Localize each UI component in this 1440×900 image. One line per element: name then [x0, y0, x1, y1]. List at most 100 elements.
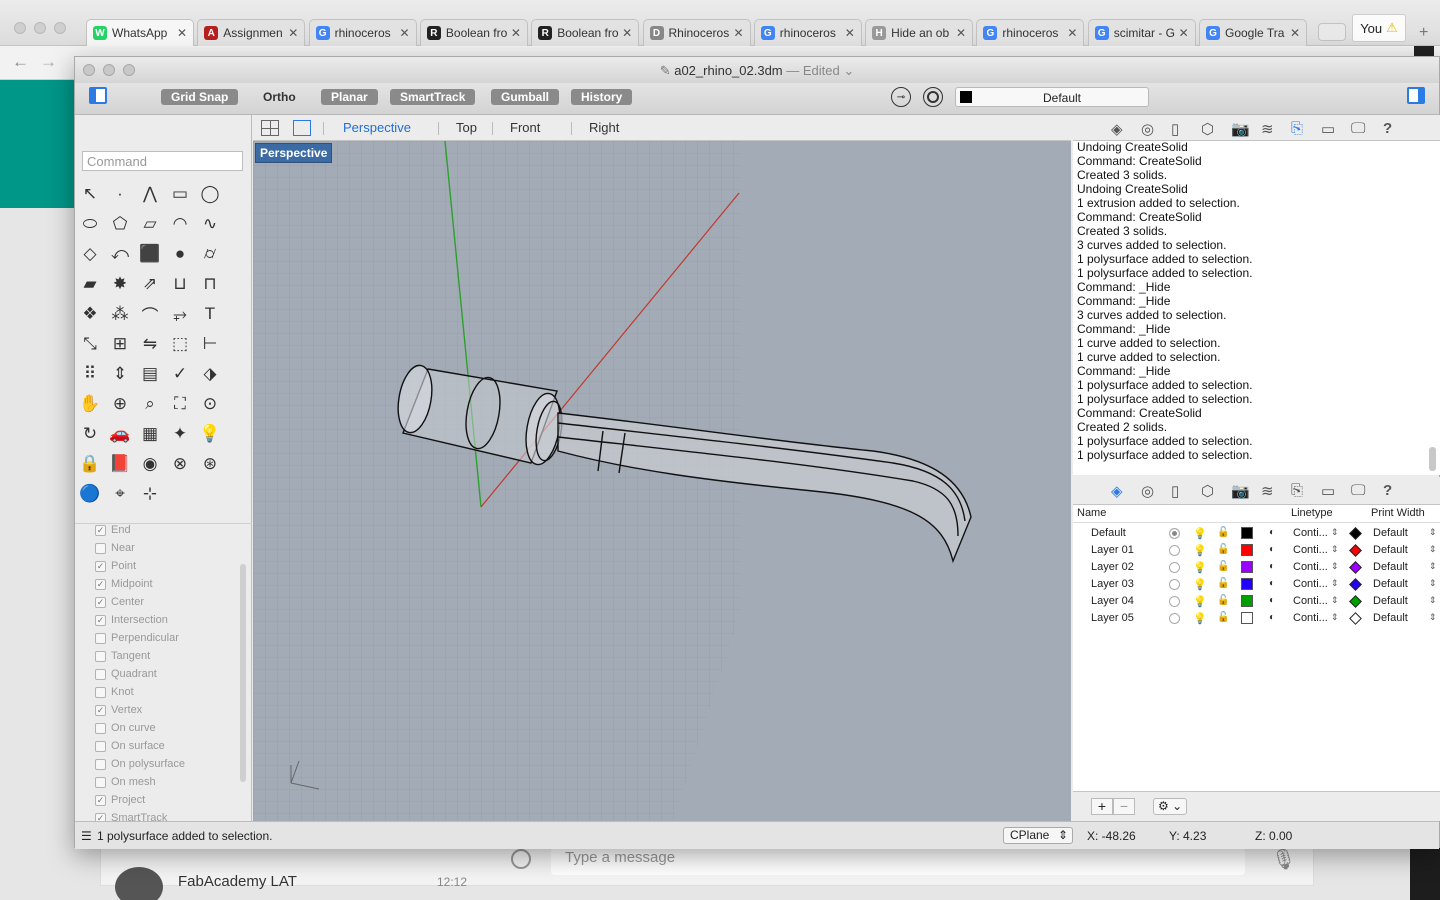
zoom-window-dot[interactable] [54, 22, 66, 34]
current-layer-radio[interactable] [1169, 528, 1180, 539]
fillet-icon[interactable]: ⌒ [137, 301, 163, 327]
new-tab-button[interactable] [1318, 23, 1346, 41]
render-sphere-icon[interactable]: 🔵 [77, 481, 103, 507]
command-history-icon[interactable]: ⎘ [1291, 482, 1303, 499]
layer-row[interactable]: Layer 05 💡 🔓 ◐ Conti... ⇕ Default ⇕ [1073, 610, 1440, 627]
bounding-box-icon[interactable]: ⬚ [167, 331, 193, 357]
browser-tab[interactable]: A Assignmen ✕ [197, 19, 306, 46]
layers-icon[interactable]: ◈ [1111, 482, 1123, 500]
layer-print-width[interactable]: Default [1373, 561, 1408, 573]
emoji-icon[interactable] [511, 849, 531, 869]
layer-name[interactable]: Layer 05 [1091, 612, 1134, 624]
circle-icon[interactable]: ◯ [197, 181, 223, 207]
window-edited-status[interactable]: Edited [803, 63, 840, 78]
cube-icon[interactable]: ⬡ [1201, 482, 1214, 500]
monitor-icon[interactable]: 🖵 [1351, 482, 1365, 499]
current-layer-select[interactable]: Default [955, 87, 1149, 107]
chat-avatar[interactable] [115, 867, 163, 900]
osnap-checkbox[interactable] [95, 776, 106, 788]
visibility-bulb-icon[interactable]: 💡 [1193, 578, 1207, 591]
chevron-updown-icon[interactable]: ⇕ [1429, 578, 1437, 589]
curve-icon[interactable]: ∿ [197, 211, 223, 237]
boolean-diff-icon[interactable]: ⊓ [197, 271, 223, 297]
plane-surface-icon[interactable]: ▰ [77, 271, 103, 297]
car-icon[interactable]: 🚗 [107, 421, 133, 447]
layer-color-swatch[interactable] [1241, 561, 1253, 573]
current-layer-radio[interactable] [1169, 562, 1180, 573]
panel-icon[interactable]: ▭ [1321, 482, 1335, 500]
lock-icon[interactable]: 🔓 [1217, 544, 1229, 555]
layer-name[interactable]: Layer 03 [1091, 578, 1134, 590]
material-ball-icon[interactable]: ◐ [1269, 561, 1275, 572]
grid-array-icon[interactable]: ⠿ [77, 361, 103, 387]
offset-icon[interactable]: ⥅ [167, 301, 193, 327]
layer-color-swatch[interactable] [1241, 595, 1253, 607]
osnap-checkbox[interactable]: ✓ [95, 578, 106, 590]
forward-arrow-icon[interactable]: → [40, 52, 57, 72]
osnap-perpendicular[interactable]: Perpendicular [95, 629, 179, 647]
check-icon[interactable]: ✓ [167, 361, 193, 387]
layer-options-gear-icon[interactable]: ⚙ ⌄ [1153, 798, 1187, 815]
layers-header-print-width[interactable]: Print Width [1371, 507, 1425, 519]
list-icon[interactable]: ☰ [81, 829, 92, 843]
cplane-select[interactable]: CPlane ⇕ [1003, 827, 1073, 844]
cylinder-icon[interactable]: ⌭ [197, 241, 223, 267]
osnap-checkbox[interactable] [95, 722, 106, 734]
layers-icon[interactable]: ◈ [1111, 120, 1123, 138]
osnap-near[interactable]: Near [95, 539, 135, 557]
remove-layer-button[interactable]: − [1113, 798, 1135, 815]
select-arrow-icon[interactable]: ↖ [77, 181, 103, 207]
color-wheel-icon[interactable]: ◉ [137, 451, 163, 477]
close-tab-icon[interactable]: ✕ [1067, 26, 1077, 40]
osnap-target-icon[interactable] [923, 87, 943, 107]
osnap-intersection[interactable]: ✓ Intersection [95, 611, 168, 629]
close-tab-icon[interactable]: ✕ [400, 26, 410, 40]
close-tab-icon[interactable]: ✕ [511, 26, 521, 40]
print-color-diamond-icon[interactable] [1349, 578, 1362, 591]
lock-icon[interactable]: 🔓 [1217, 578, 1229, 589]
lock-icon[interactable]: 🔒 [77, 451, 103, 477]
display-mode-icon[interactable]: ≋ [1261, 120, 1274, 138]
layer-name[interactable]: Default [1091, 527, 1126, 539]
tab-perspective[interactable]: Perspective [343, 120, 411, 135]
layer-color-swatch[interactable] [1241, 527, 1253, 539]
chevron-updown-icon[interactable]: ⇕ [1331, 578, 1339, 589]
osnap-checkbox[interactable] [95, 758, 106, 770]
text-icon[interactable]: T [197, 301, 223, 327]
document-icon[interactable]: ▯ [1171, 120, 1179, 138]
chevron-updown-icon[interactable]: ⇕ [1429, 544, 1437, 555]
material-ball-icon[interactable]: ◐ [1269, 612, 1275, 623]
rectangle-icon[interactable]: ▭ [167, 181, 193, 207]
layout-icon[interactable]: ▤ [137, 361, 163, 387]
monitor-icon[interactable]: 🖵 [1351, 120, 1365, 137]
layers-header-name[interactable]: Name [1077, 507, 1106, 519]
layer-name[interactable]: Layer 01 [1091, 544, 1134, 556]
layer-row[interactable]: Layer 03 💡 🔓 ◐ Conti... ⇕ Default ⇕ [1073, 576, 1440, 593]
layer-linetype[interactable]: Conti... [1293, 612, 1328, 624]
snap-icon[interactable]: ⌖ [107, 481, 133, 507]
chevron-updown-icon[interactable]: ⇕ [1331, 527, 1339, 538]
add-layer-button[interactable]: + [1091, 798, 1113, 815]
sweep-icon[interactable]: ⤺ [107, 241, 133, 267]
osnap-end[interactable]: ✓ End [95, 524, 131, 539]
material-ball-icon[interactable]: ◐ [1269, 544, 1275, 555]
material-icon[interactable]: ◎ [1141, 120, 1154, 138]
tab-top[interactable]: Top [456, 120, 477, 135]
four-viewports-icon[interactable] [261, 120, 279, 136]
chevron-updown-icon[interactable]: ⇕ [1429, 595, 1437, 606]
polygon-icon[interactable]: ⬠ [107, 211, 133, 237]
ellipse-icon[interactable]: ⬭ [77, 211, 103, 237]
zoom-extents-icon[interactable]: ⛶ [167, 391, 193, 417]
close-tab-icon[interactable]: ✕ [733, 26, 743, 40]
single-viewport-icon[interactable] [293, 120, 311, 136]
mirror-icon[interactable]: ⇋ [137, 331, 163, 357]
chevron-updown-icon[interactable]: ⇕ [1331, 595, 1339, 606]
chevron-updown-icon[interactable]: ⇕ [1331, 612, 1339, 623]
layer-linetype[interactable]: Conti... [1293, 527, 1328, 539]
analyze-icon[interactable]: ⬗ [197, 361, 223, 387]
layer-linetype[interactable]: Conti... [1293, 561, 1328, 573]
material-ball-icon[interactable]: ◐ [1269, 595, 1275, 606]
hide-icon[interactable]: 📕 [107, 451, 133, 477]
osnap-checkbox[interactable] [95, 686, 106, 698]
close-tab-icon[interactable]: ✕ [622, 26, 632, 40]
